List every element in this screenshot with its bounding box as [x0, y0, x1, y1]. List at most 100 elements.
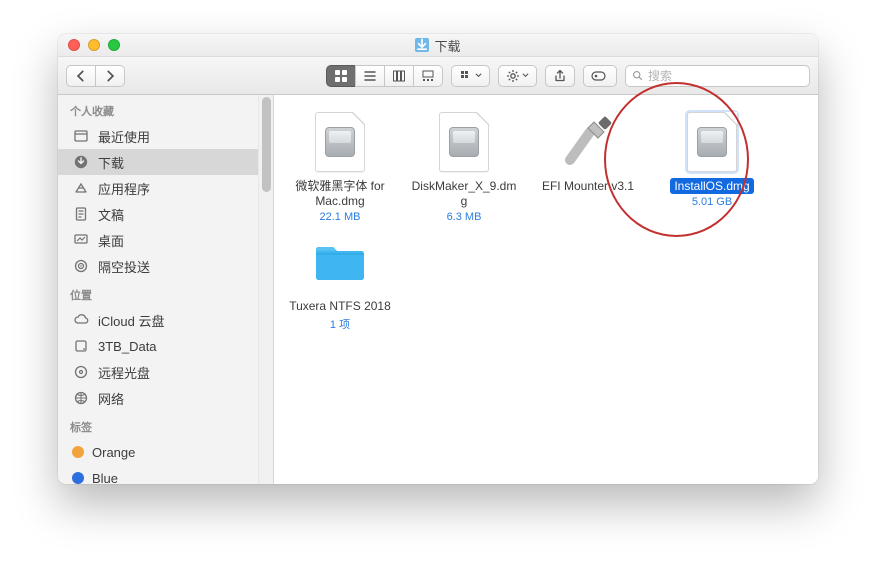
grid-icon — [334, 69, 348, 83]
columns-icon — [392, 69, 406, 83]
share-button[interactable] — [545, 65, 575, 87]
sidebar-item[interactable]: 文稿 — [58, 201, 258, 227]
folder-icon — [312, 240, 368, 284]
file-item[interactable]: EFI Mounter v3.1 — [532, 107, 644, 223]
file-item[interactable]: 微软雅黑字体 for Mac.dmg 22.1 MB — [284, 107, 396, 223]
chevron-down-icon — [522, 72, 529, 79]
gallery-icon — [421, 69, 435, 83]
sidebar-item-label: 隔空投送 — [98, 257, 150, 276]
recents-icon — [72, 127, 90, 145]
sidebar-item-label: 最近使用 — [98, 127, 150, 146]
sidebar-item[interactable]: iCloud 云盘 — [58, 307, 258, 333]
sidebar-item[interactable]: 最近使用 — [58, 123, 258, 149]
dmg-icon — [315, 112, 365, 172]
window-title-text: 下载 — [434, 36, 460, 55]
file-grid-area[interactable]: 微软雅黑字体 for Mac.dmg 22.1 MB DiskMaker_X_9.d… — [274, 95, 818, 484]
sidebar-item[interactable]: 远程光盘 — [58, 359, 258, 385]
tag-color-dot — [72, 446, 84, 458]
file-meta: 22.1 MB — [320, 211, 361, 223]
sidebar-item-label: 3TB_Data — [98, 339, 157, 354]
titlebar: 下载 — [58, 34, 818, 57]
tag-color-dot — [72, 472, 84, 484]
docs-icon — [72, 205, 90, 223]
chevron-right-icon — [103, 69, 117, 83]
sidebar-item-label: 应用程序 — [98, 179, 150, 198]
nav-buttons — [66, 65, 125, 87]
network-icon — [72, 389, 90, 407]
sidebar-scrollbar[interactable] — [258, 95, 273, 484]
sidebar-item-label: Blue — [92, 471, 118, 485]
file-thumbnail — [431, 109, 497, 175]
file-meta: 5.01 GB — [692, 196, 732, 208]
apps-icon — [72, 179, 90, 197]
chevron-left-icon — [74, 69, 88, 83]
gear-icon — [506, 69, 520, 83]
icloud-icon — [72, 311, 90, 329]
list-view-button[interactable] — [355, 65, 385, 87]
arrange-segment — [451, 65, 490, 87]
chevron-down-icon — [475, 72, 482, 79]
sidebar: 个人收藏最近使用下载应用程序文稿桌面隔空投送位置 iCloud 云盘 3TB_Dat… — [58, 95, 273, 484]
file-item[interactable]: InstallOS.dmg 5.01 GB — [656, 107, 768, 223]
grid-small-icon — [459, 69, 473, 83]
sidebar-item-label: 文稿 — [98, 205, 124, 224]
column-view-button[interactable] — [384, 65, 414, 87]
file-name: Tuxera NTFS 2018 — [287, 299, 393, 314]
sidebar-item-label: 网络 — [98, 389, 124, 408]
window-title: 下载 — [58, 36, 818, 55]
sidebar-heading: 个人收藏 — [58, 95, 258, 123]
sidebar-heading: 位置 — [58, 279, 258, 307]
sidebar-item[interactable]: 下载 — [58, 149, 258, 175]
body: 个人收藏最近使用下载应用程序文稿桌面隔空投送位置 iCloud 云盘 3TB_Dat… — [58, 95, 818, 484]
close-button[interactable] — [68, 39, 80, 51]
search-field[interactable] — [625, 65, 810, 87]
search-input[interactable] — [648, 69, 803, 83]
file-item[interactable]: Tuxera NTFS 2018 1 项 — [284, 227, 396, 332]
sidebar-item[interactable]: Orange — [58, 439, 258, 465]
dmg-icon — [439, 112, 489, 172]
file-meta: 6.3 MB — [447, 211, 482, 223]
optical-icon — [72, 363, 90, 381]
sidebar-item[interactable]: 应用程序 — [58, 175, 258, 201]
tags-button[interactable] — [583, 65, 617, 87]
toolbar — [58, 57, 818, 95]
list-icon — [363, 69, 377, 83]
gallery-view-button[interactable] — [413, 65, 443, 87]
sidebar-item-label: Orange — [92, 445, 135, 460]
sidebar-item-label: 桌面 — [98, 231, 124, 250]
sidebar-item[interactable]: 隔空投送 — [58, 253, 258, 279]
file-name: 微软雅黑字体 for Mac.dmg — [284, 179, 396, 209]
tag-icon — [591, 69, 609, 83]
file-name: EFI Mounter v3.1 — [540, 179, 636, 194]
view-mode-segment — [326, 65, 443, 87]
sidebar-item[interactable]: 桌面 — [58, 227, 258, 253]
arrange-button[interactable] — [451, 65, 490, 87]
minimize-button[interactable] — [88, 39, 100, 51]
traffic-lights — [58, 39, 120, 51]
icon-view-button[interactable] — [326, 65, 356, 87]
downloads-folder-icon — [415, 38, 429, 52]
desktop-icon — [72, 231, 90, 249]
downloads-icon — [72, 153, 90, 171]
scrollbar-thumb[interactable] — [262, 97, 271, 192]
file-item[interactable]: DiskMaker_X_9.dmg 6.3 MB — [408, 107, 520, 223]
finder-window: 下载 — [58, 34, 818, 484]
back-button[interactable] — [66, 65, 96, 87]
action-menu-button[interactable] — [498, 65, 537, 87]
action-segment — [498, 65, 537, 87]
file-thumbnail — [307, 229, 373, 295]
maximize-button[interactable] — [108, 39, 120, 51]
forward-button[interactable] — [95, 65, 125, 87]
file-name: InstallOS.dmg — [668, 179, 755, 194]
sidebar-item[interactable]: Blue — [58, 465, 258, 484]
hdd-icon — [72, 337, 90, 355]
file-name: DiskMaker_X_9.dmg — [408, 179, 520, 209]
sidebar-item[interactable]: 网络 — [58, 385, 258, 411]
sidebar-item-label: iCloud 云盘 — [98, 311, 164, 330]
sidebar-item[interactable]: 3TB_Data — [58, 333, 258, 359]
dmg-icon — [687, 112, 737, 172]
file-thumbnail — [307, 109, 373, 175]
sidebar-heading: 标签 — [58, 411, 258, 439]
file-thumbnail — [555, 109, 621, 175]
file-meta: 1 项 — [330, 316, 350, 332]
